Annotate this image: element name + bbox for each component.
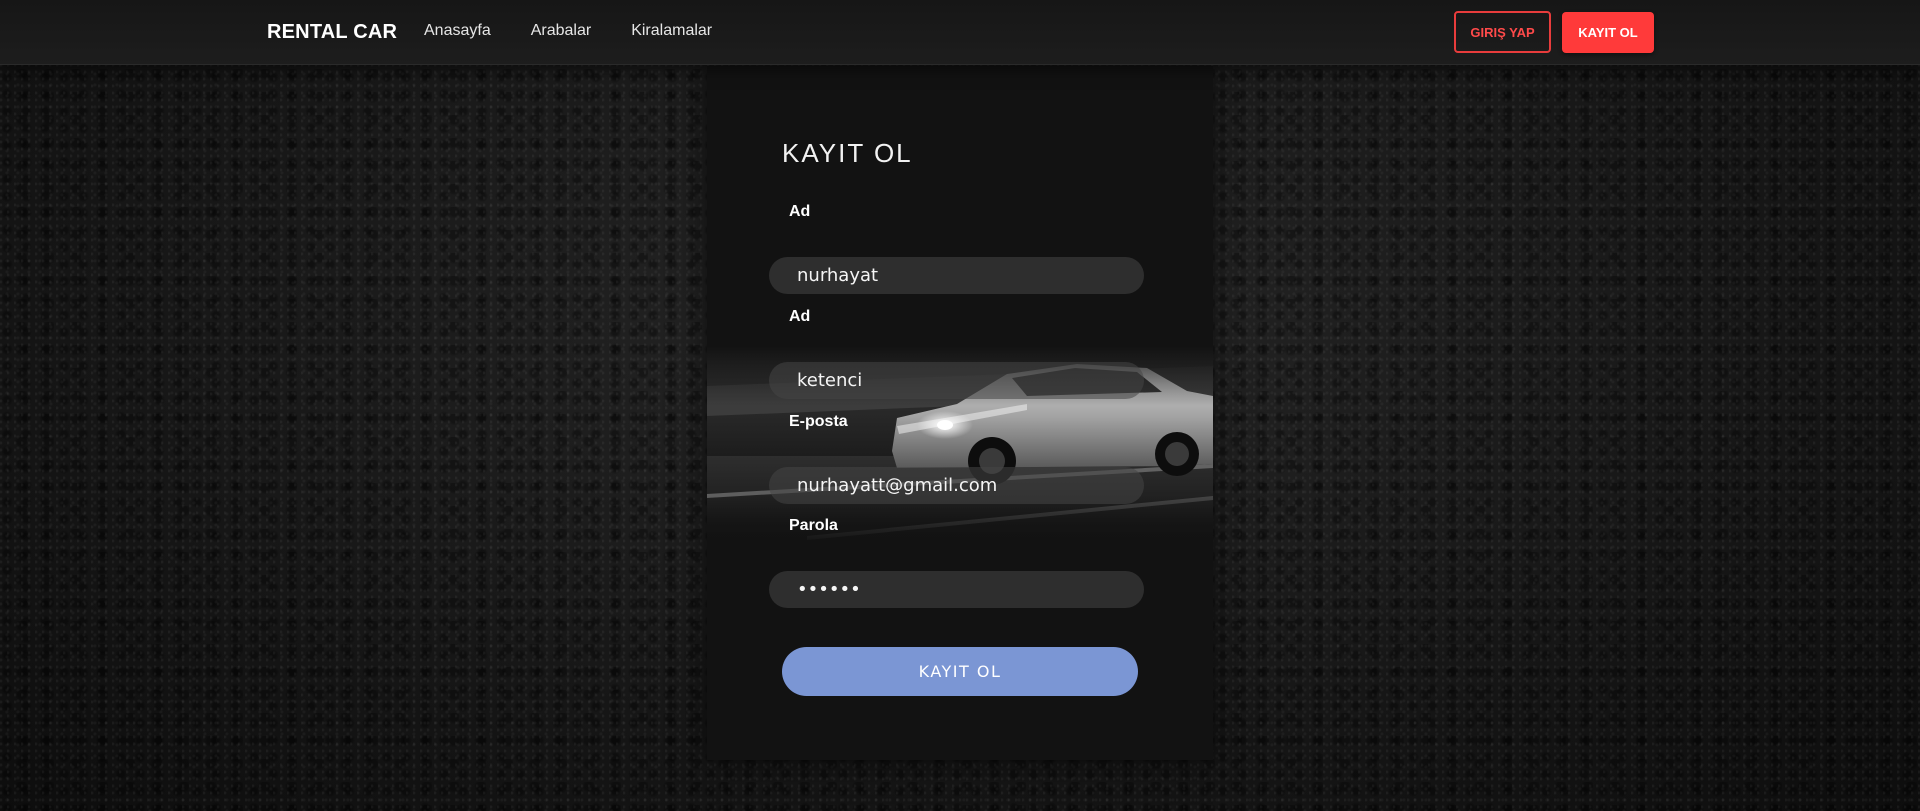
top-navbar: RENTAL CAR Anasayfa Arabalar Kiralamalar…	[0, 0, 1920, 65]
email-input[interactable]	[769, 467, 1144, 504]
password-label: Parola	[789, 517, 838, 534]
first-name-input[interactable]	[769, 257, 1144, 294]
login-button[interactable]: GIRIŞ YAP	[1454, 11, 1551, 53]
last-name-input[interactable]	[769, 362, 1144, 399]
email-label: E-posta	[789, 413, 848, 430]
nav-link-cars[interactable]: Arabalar	[531, 22, 591, 40]
nav-links: Anasayfa Arabalar Kiralamalar	[424, 22, 712, 40]
nav-link-rentals[interactable]: Kiralamalar	[631, 22, 712, 40]
password-input[interactable]	[769, 571, 1144, 608]
form-title: KAYIT OL	[782, 138, 913, 168]
first-name-label: Ad	[789, 203, 811, 220]
nav-link-home[interactable]: Anasayfa	[424, 22, 491, 40]
last-name-label: Ad	[789, 308, 811, 325]
register-submit-button[interactable]: KAYIT OL	[782, 647, 1138, 696]
register-form-card: KAYIT OL Ad Ad E-posta Parola KAYIT OL	[707, 66, 1213, 760]
register-nav-button[interactable]: KAYIT OL	[1562, 12, 1654, 53]
brand-logo[interactable]: RENTAL CAR	[267, 21, 397, 44]
